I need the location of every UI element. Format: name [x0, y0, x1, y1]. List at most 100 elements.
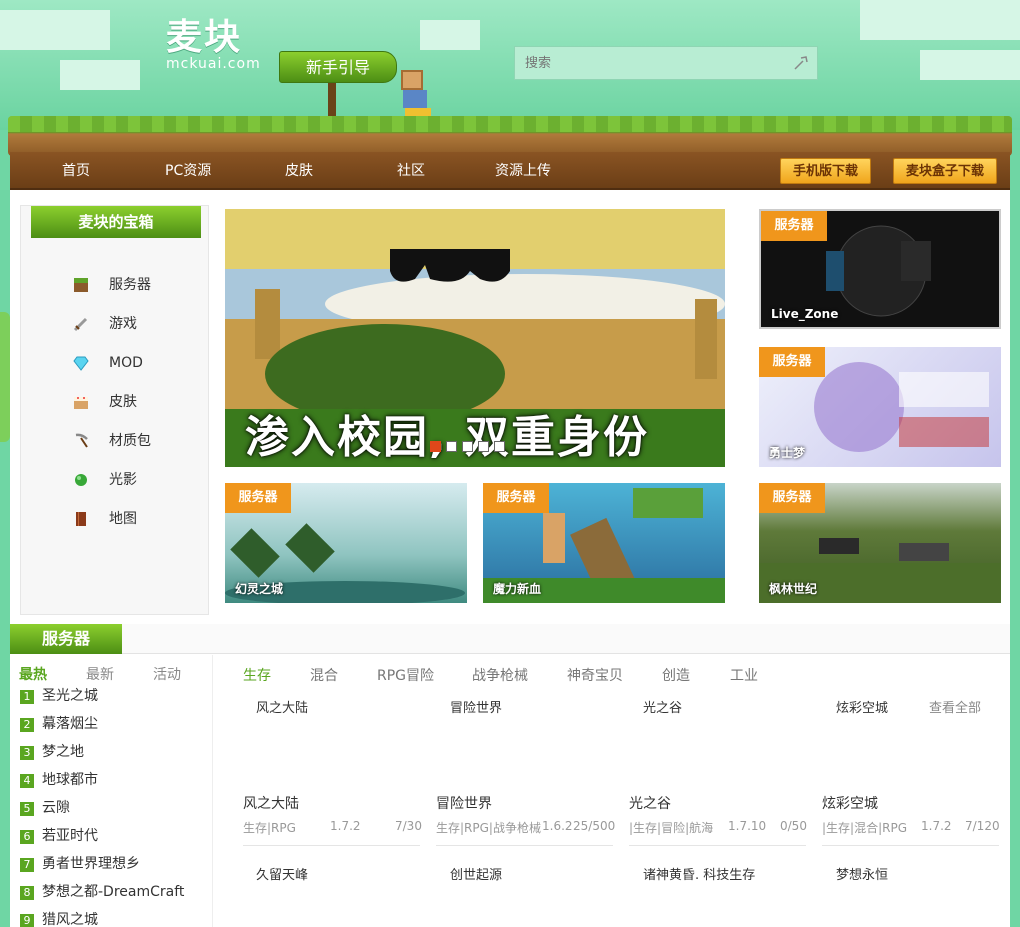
server-tile-live-zone[interactable]: 服务器 Live_Zone — [759, 209, 1001, 329]
column-divider — [212, 655, 213, 927]
category-tab-rpg[interactable]: RPG冒险 — [377, 665, 434, 685]
server-card-name[interactable]: 风之大陆 — [243, 793, 299, 813]
cloud-decoration — [0, 10, 110, 50]
nav-item-pc-resources[interactable]: PC资源 — [165, 152, 211, 190]
server-card-tags: 生存|RPG|战争枪械 — [436, 821, 541, 835]
slimeball-icon — [75, 474, 87, 486]
server-tile-magic-blood[interactable]: 服务器 魔力新血 — [483, 483, 725, 603]
carousel-dot[interactable] — [478, 441, 489, 452]
tile-name: Live_Zone — [771, 307, 839, 321]
server-card-players: 7/120 — [965, 819, 1000, 833]
server-link[interactable]: 创世起源 — [450, 864, 502, 883]
card-divider — [629, 845, 806, 846]
box-item-texture[interactable]: 材质包 — [109, 431, 151, 451]
tile-name: 勇士梦 — [769, 446, 806, 460]
search-input[interactable] — [515, 47, 785, 79]
server-card-tags: |生存|冒险|航海 — [629, 821, 714, 835]
carousel-indicators — [430, 437, 510, 456]
category-tab-creative[interactable]: 创造 — [662, 665, 690, 685]
card-divider — [436, 845, 613, 846]
box-item-shader[interactable]: 光影 — [109, 470, 137, 490]
cloud-decoration — [860, 0, 1020, 40]
rank-item[interactable]: 9 猎风之城 — [20, 910, 98, 927]
server-card-name[interactable]: 冒险世界 — [436, 793, 492, 813]
box-download-button[interactable]: 麦块盒子下载 — [893, 158, 998, 184]
site-logo[interactable]: 麦块 mckuai.com — [166, 17, 261, 73]
book-icon — [76, 512, 86, 526]
treasure-box-title: 麦块的宝箱 — [31, 206, 201, 238]
nav-item-home[interactable]: 首页 — [62, 152, 90, 190]
server-link[interactable]: 梦想永恒 — [836, 864, 888, 883]
rank-item[interactable]: 2 幕落烟尘 — [20, 714, 98, 734]
server-link[interactable]: 炫彩空城 — [836, 697, 888, 716]
server-card-version: 1.6.2 — [542, 819, 573, 833]
category-tab-industrial[interactable]: 工业 — [730, 665, 758, 685]
category-tab-pokemon[interactable]: 神奇宝贝 — [567, 665, 623, 685]
tile-name: 魔力新血 — [493, 582, 542, 596]
category-tab-survival[interactable]: 生存 — [243, 665, 271, 685]
nav-item-upload[interactable]: 资源上传 — [495, 152, 551, 190]
box-item-mod[interactable]: MOD — [109, 353, 143, 373]
box-item-map[interactable]: 地图 — [109, 509, 137, 529]
rank-item[interactable]: 4 地球都市 — [20, 770, 98, 790]
server-card-name[interactable]: 炫彩空城 — [822, 793, 878, 813]
view-all-link[interactable]: 查看全部 — [929, 697, 981, 716]
server-card-tags: 生存|RPG — [243, 821, 296, 835]
server-card-name[interactable]: 光之谷 — [629, 793, 671, 813]
treasure-box-panel: 麦块的宝箱 服务器 游戏 MOD 皮肤 材质包 光影 地图 — [20, 205, 209, 615]
rank-item[interactable]: 6 若亚时代 — [20, 826, 98, 846]
mobile-download-button[interactable]: 手机版下载 — [780, 158, 872, 184]
rank-item[interactable]: 7 勇者世界理想乡 — [20, 854, 140, 874]
signpost-decoration — [328, 83, 336, 117]
nav-item-skins[interactable]: 皮肤 — [285, 152, 313, 190]
cloud-decoration — [60, 60, 140, 90]
server-section-header: 服务器 — [10, 624, 1010, 654]
mascot-character — [401, 70, 435, 120]
server-link[interactable]: 光之谷 — [643, 697, 682, 716]
tile-badge: 服务器 — [759, 483, 825, 513]
box-item-game[interactable]: 游戏 — [109, 314, 137, 334]
server-link[interactable]: 久留天峰 — [256, 864, 308, 883]
box-item-server[interactable]: 服务器 — [109, 275, 151, 295]
nav-item-community[interactable]: 社区 — [397, 152, 425, 190]
server-tile-phantom-city[interactable]: 服务器 幻灵之城 — [225, 483, 467, 603]
logo-domain: mckuai.com — [166, 56, 261, 72]
rank-item[interactable]: 1 圣光之城 — [20, 686, 98, 706]
server-tile-maple-century[interactable]: 服务器 枫林世纪 — [759, 483, 1001, 603]
header-sky — [0, 0, 1020, 130]
cake-icon — [74, 397, 88, 409]
carousel-dot[interactable] — [494, 441, 505, 452]
rank-item[interactable]: 8 梦想之都-DreamCraft — [20, 882, 184, 902]
tile-name: 幻灵之城 — [235, 582, 284, 596]
rank-tab-hot[interactable]: 最热 — [19, 664, 47, 684]
server-link[interactable]: 风之大陆 — [256, 697, 308, 716]
category-tab-war[interactable]: 战争枪械 — [472, 665, 528, 685]
cloud-decoration — [420, 20, 480, 50]
server-link[interactable]: 诸神黄昏. 科技生存 — [643, 864, 755, 883]
server-link[interactable]: 冒险世界 — [450, 697, 502, 716]
carousel-dot[interactable] — [462, 441, 473, 452]
card-divider — [822, 845, 999, 846]
box-item-skin[interactable]: 皮肤 — [109, 392, 137, 412]
server-card-players: 25/500 — [573, 819, 616, 833]
rank-tab-event[interactable]: 活动 — [153, 664, 181, 684]
grass-block-icon — [74, 278, 88, 292]
tile-badge: 服务器 — [225, 483, 291, 513]
logo-text: 麦块 — [166, 17, 243, 58]
server-card-version: 1.7.2 — [330, 819, 361, 833]
category-tab-mixed[interactable]: 混合 — [310, 665, 338, 685]
carousel-dot[interactable] — [430, 441, 441, 452]
server-tile-brave-dream[interactable]: 服务器 勇士梦 — [759, 347, 1001, 467]
rank-item[interactable]: 3 梦之地 — [20, 742, 84, 762]
main-content: 麦块的宝箱 服务器 游戏 MOD 皮肤 材质包 光影 地图 渗入校园, 双重身份… — [10, 190, 1010, 927]
carousel-dot[interactable] — [446, 441, 457, 452]
section-title: 服务器 — [10, 624, 122, 654]
rank-tab-new[interactable]: 最新 — [86, 664, 114, 684]
beginner-guide-button[interactable]: 新手引导 — [279, 51, 397, 83]
diamond-icon — [73, 356, 89, 371]
main-navigation: 首页 PC资源 皮肤 社区 资源上传 手机版下载 麦块盒子下载 — [10, 152, 1010, 190]
featured-banner[interactable]: 渗入校园, 双重身份 — [225, 209, 725, 467]
rank-item[interactable]: 5 云隙 — [20, 798, 70, 818]
search-box[interactable] — [514, 46, 818, 80]
search-icon[interactable] — [793, 55, 809, 71]
